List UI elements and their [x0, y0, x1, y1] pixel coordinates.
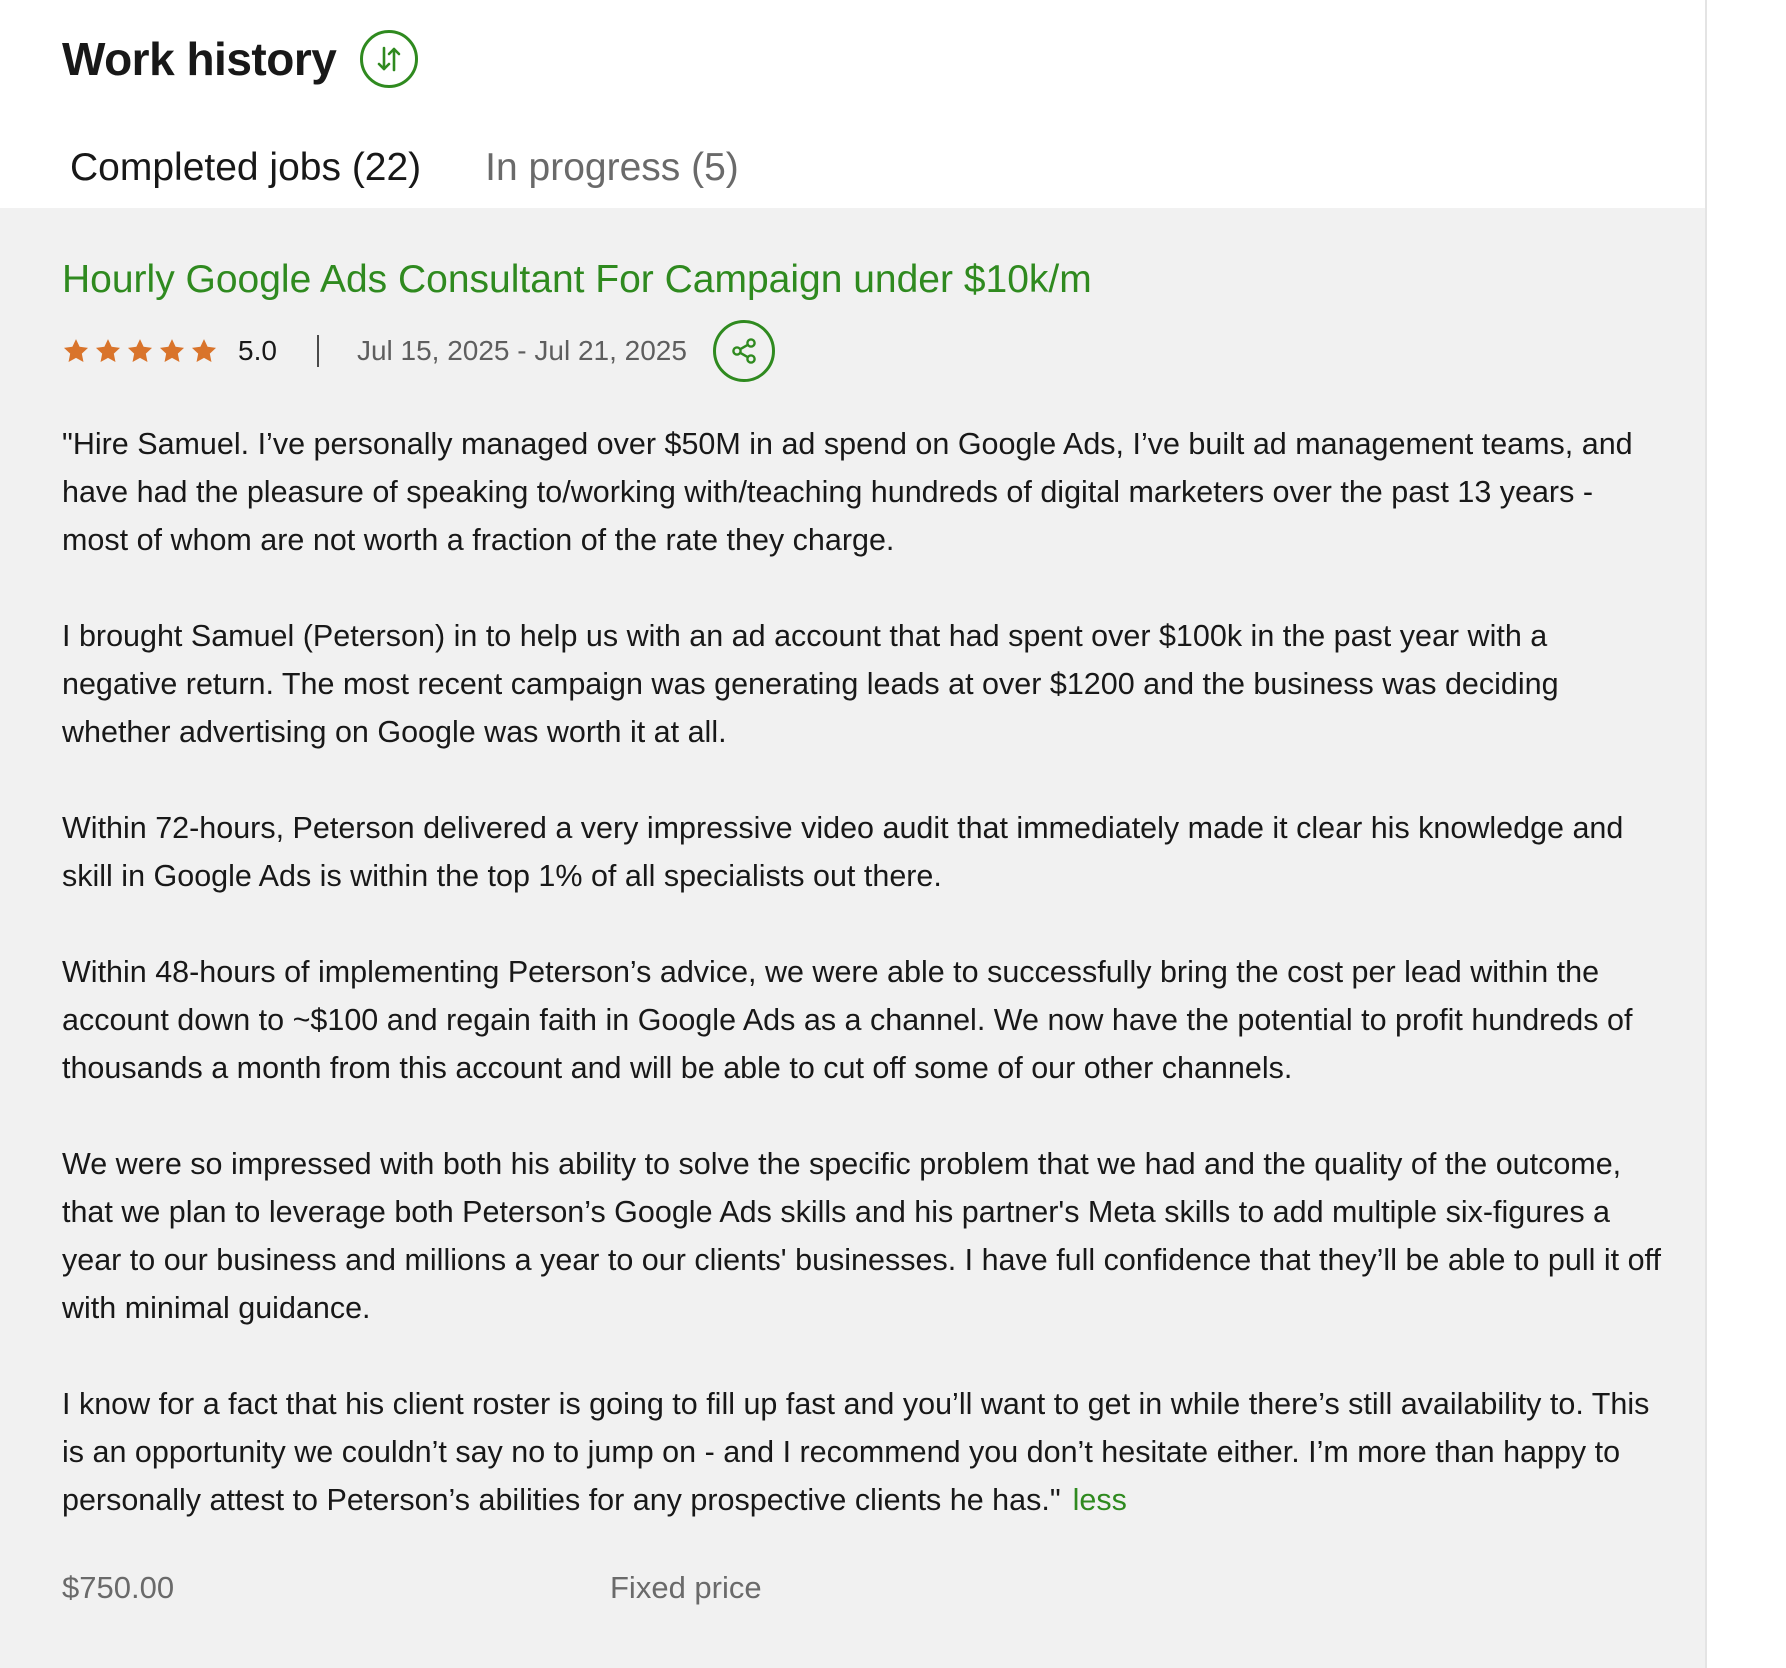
- share-button[interactable]: [712, 320, 775, 382]
- less-link[interactable]: less: [1073, 1483, 1127, 1517]
- share-icon: [732, 338, 756, 364]
- sort-button[interactable]: [360, 30, 419, 88]
- rating-value: 5.0: [238, 335, 277, 366]
- job-meta: 5.0 Jul 15, 2025 - Jul 21, 2025: [62, 320, 775, 382]
- review-text: "Hire Samuel. I’ve personally managed ov…: [62, 420, 1662, 1524]
- star-icon: [191, 339, 217, 362]
- review-paragraph: "Hire Samuel. I’ve personally managed ov…: [62, 427, 1633, 557]
- work-history-header: Work history: [62, 30, 419, 88]
- review-paragraph: Within 48-hours of implementing Peterson…: [62, 955, 1633, 1085]
- work-history-tabs: Completed jobs (22) In progress (5): [62, 130, 1638, 213]
- star-icon: [159, 339, 185, 362]
- job-price: $750.00: [62, 1570, 175, 1605]
- section-title: Work history: [62, 33, 337, 85]
- meta-divider: [316, 335, 319, 367]
- page: Work history Completed jobs (22) In prog…: [0, 0, 1786, 1668]
- panel-border: [1705, 0, 1707, 1668]
- review-paragraph: I brought Samuel (Peterson) in to help u…: [62, 619, 1559, 749]
- job-dates: Jul 15, 2025 - Jul 21, 2025: [356, 335, 687, 366]
- review-paragraph: I know for a fact that his client roster…: [62, 1387, 1650, 1517]
- price-type: Fixed price: [610, 1570, 762, 1605]
- tab-in-progress[interactable]: In progress (5): [477, 130, 747, 209]
- review-paragraph: Within 72-hours, Peterson delivered a ve…: [62, 811, 1624, 893]
- review-paragraph-last: I know for a fact that his client roster…: [62, 1380, 1662, 1524]
- star-icon: [127, 339, 153, 362]
- review-paragraph: We were so impressed with both his abili…: [62, 1147, 1661, 1325]
- sort-arrows-icon: [378, 46, 401, 72]
- star-icon: [95, 339, 121, 362]
- job-title-link[interactable]: Hourly Google Ads Consultant For Campaig…: [62, 258, 1092, 302]
- star-rating: [62, 337, 218, 365]
- work-history-panel: Work history Completed jobs (22) In prog…: [0, 0, 1705, 1668]
- job-item: Hourly Google Ads Consultant For Campaig…: [0, 208, 1705, 1668]
- price-row: $750.00 Fixed price: [62, 1570, 762, 1606]
- tab-completed-jobs[interactable]: Completed jobs (22): [62, 130, 430, 213]
- star-icon: [63, 339, 89, 362]
